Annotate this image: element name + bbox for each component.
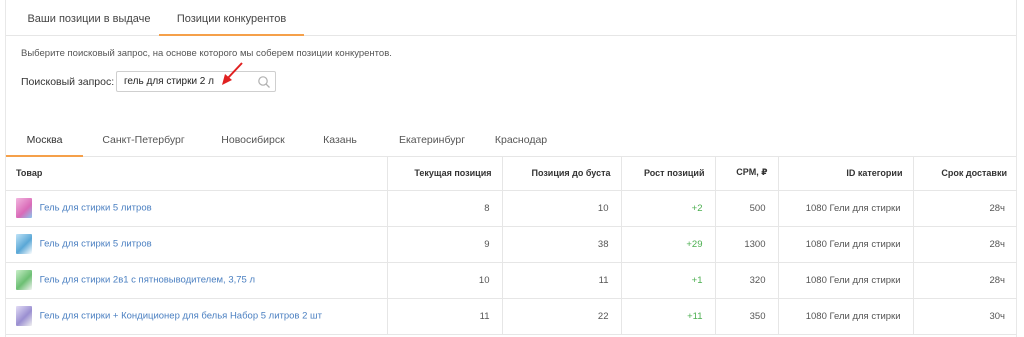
cpm-cell: 1300 xyxy=(715,226,779,263)
position-growth-cell: +1 xyxy=(621,262,716,299)
delivery-time-cell: 28ч xyxy=(913,226,1017,263)
delivery-time-cell: 28ч xyxy=(913,190,1017,227)
product-thumbnail[interactable] xyxy=(16,306,32,326)
column-header-position-before-boost[interactable]: Позиция до буста xyxy=(502,156,622,191)
position-before-boost-cell: 10 xyxy=(502,190,622,227)
tab-your-positions[interactable]: Ваши позиции в выдаче xyxy=(14,0,164,36)
column-header-delivery-time[interactable]: Срок доставки xyxy=(913,156,1017,191)
competitor-positions-panel: Ваши позиции в выдаче Позиции конкуренто… xyxy=(5,0,1017,337)
position-before-boost-cell: 38 xyxy=(502,226,622,263)
top-tab-bar: Ваши позиции в выдаче Позиции конкуренто… xyxy=(6,0,1016,36)
cpm-cell: 350 xyxy=(715,298,779,335)
column-header-current-position[interactable]: Текущая позиция xyxy=(387,156,503,191)
product-link[interactable]: Гель для стирки 5 литров xyxy=(40,203,152,214)
current-position-cell: 8 xyxy=(387,190,503,227)
tab-city-kazan[interactable]: Казань xyxy=(306,127,374,157)
product-cell: Гель для стирки 5 литров xyxy=(6,226,388,263)
category-id-cell: 1080 Гели для стирки xyxy=(778,298,914,335)
position-growth-cell: +2 xyxy=(621,190,716,227)
product-thumbnail[interactable] xyxy=(16,270,32,290)
search-field[interactable] xyxy=(116,71,276,92)
product-thumbnail[interactable] xyxy=(16,198,32,218)
category-id-cell: 1080 Гели для стирки xyxy=(778,190,914,227)
current-position-cell: 9 xyxy=(387,226,503,263)
product-link[interactable]: Гель для стирки + Кондиционер для белья … xyxy=(40,311,322,322)
search-query-label: Поисковый запрос: xyxy=(21,76,115,88)
column-header-cpm[interactable]: CPM, ₽ xyxy=(715,156,779,191)
position-before-boost-cell: 11 xyxy=(502,262,622,299)
position-growth-cell: +11 xyxy=(621,298,716,335)
product-link[interactable]: Гель для стирки 2в1 с пятновыводителем, … xyxy=(40,275,255,286)
tab-city-krasnodar[interactable]: Краснодар xyxy=(471,127,571,157)
red-arrow-annotation xyxy=(222,62,243,85)
tab-city-moscow[interactable]: Москва xyxy=(6,127,83,157)
table-row: Гель для стирки 5 литров 8 10 +2 500 108… xyxy=(6,190,1017,227)
table-row: Гель для стирки 2в1 с пятновыводителем, … xyxy=(6,262,1017,299)
tab-competitor-positions[interactable]: Позиции конкурентов xyxy=(159,0,304,36)
category-id-cell: 1080 Гели для стирки xyxy=(778,226,914,263)
column-header-position-growth[interactable]: Рост позиций xyxy=(621,156,716,191)
tab-city-novosibirsk[interactable]: Новосибирск xyxy=(204,127,302,157)
delivery-time-cell: 30ч xyxy=(913,298,1017,335)
competitor-positions-table: Товар Текущая позиция Позиция до буста Р… xyxy=(6,156,1017,335)
product-thumbnail[interactable] xyxy=(16,234,32,254)
table-header-row: Товар Текущая позиция Позиция до буста Р… xyxy=(6,156,1017,191)
product-cell: Гель для стирки 2в1 с пятновыводителем, … xyxy=(6,262,388,299)
instruction-text: Выберите поисковый запрос, на основе кот… xyxy=(21,48,392,59)
table-row: Гель для стирки + Кондиционер для белья … xyxy=(6,298,1017,335)
tab-city-spb[interactable]: Санкт-Петербург xyxy=(86,127,201,157)
delivery-time-cell: 28ч xyxy=(913,262,1017,299)
city-tab-bar: Москва Санкт-Петербург Новосибирск Казан… xyxy=(6,127,1016,157)
product-cell: Гель для стирки 5 литров xyxy=(6,190,388,227)
product-link[interactable]: Гель для стирки 5 литров xyxy=(40,239,152,250)
position-before-boost-cell: 22 xyxy=(502,298,622,335)
table-row: Гель для стирки 5 литров 9 38 +29 1300 1… xyxy=(6,226,1017,263)
position-growth-cell: +29 xyxy=(621,226,716,263)
cpm-cell: 500 xyxy=(715,190,779,227)
tab-city-ekaterinburg[interactable]: Екатеринбург xyxy=(378,127,486,157)
current-position-cell: 11 xyxy=(387,298,503,335)
column-header-product[interactable]: Товар xyxy=(6,156,388,191)
column-header-category-id[interactable]: ID категории xyxy=(778,156,914,191)
product-cell: Гель для стирки + Кондиционер для белья … xyxy=(6,298,388,335)
current-position-cell: 10 xyxy=(387,262,503,299)
cpm-cell: 320 xyxy=(715,262,779,299)
category-id-cell: 1080 Гели для стирки xyxy=(778,262,914,299)
search-icon[interactable] xyxy=(257,75,271,89)
